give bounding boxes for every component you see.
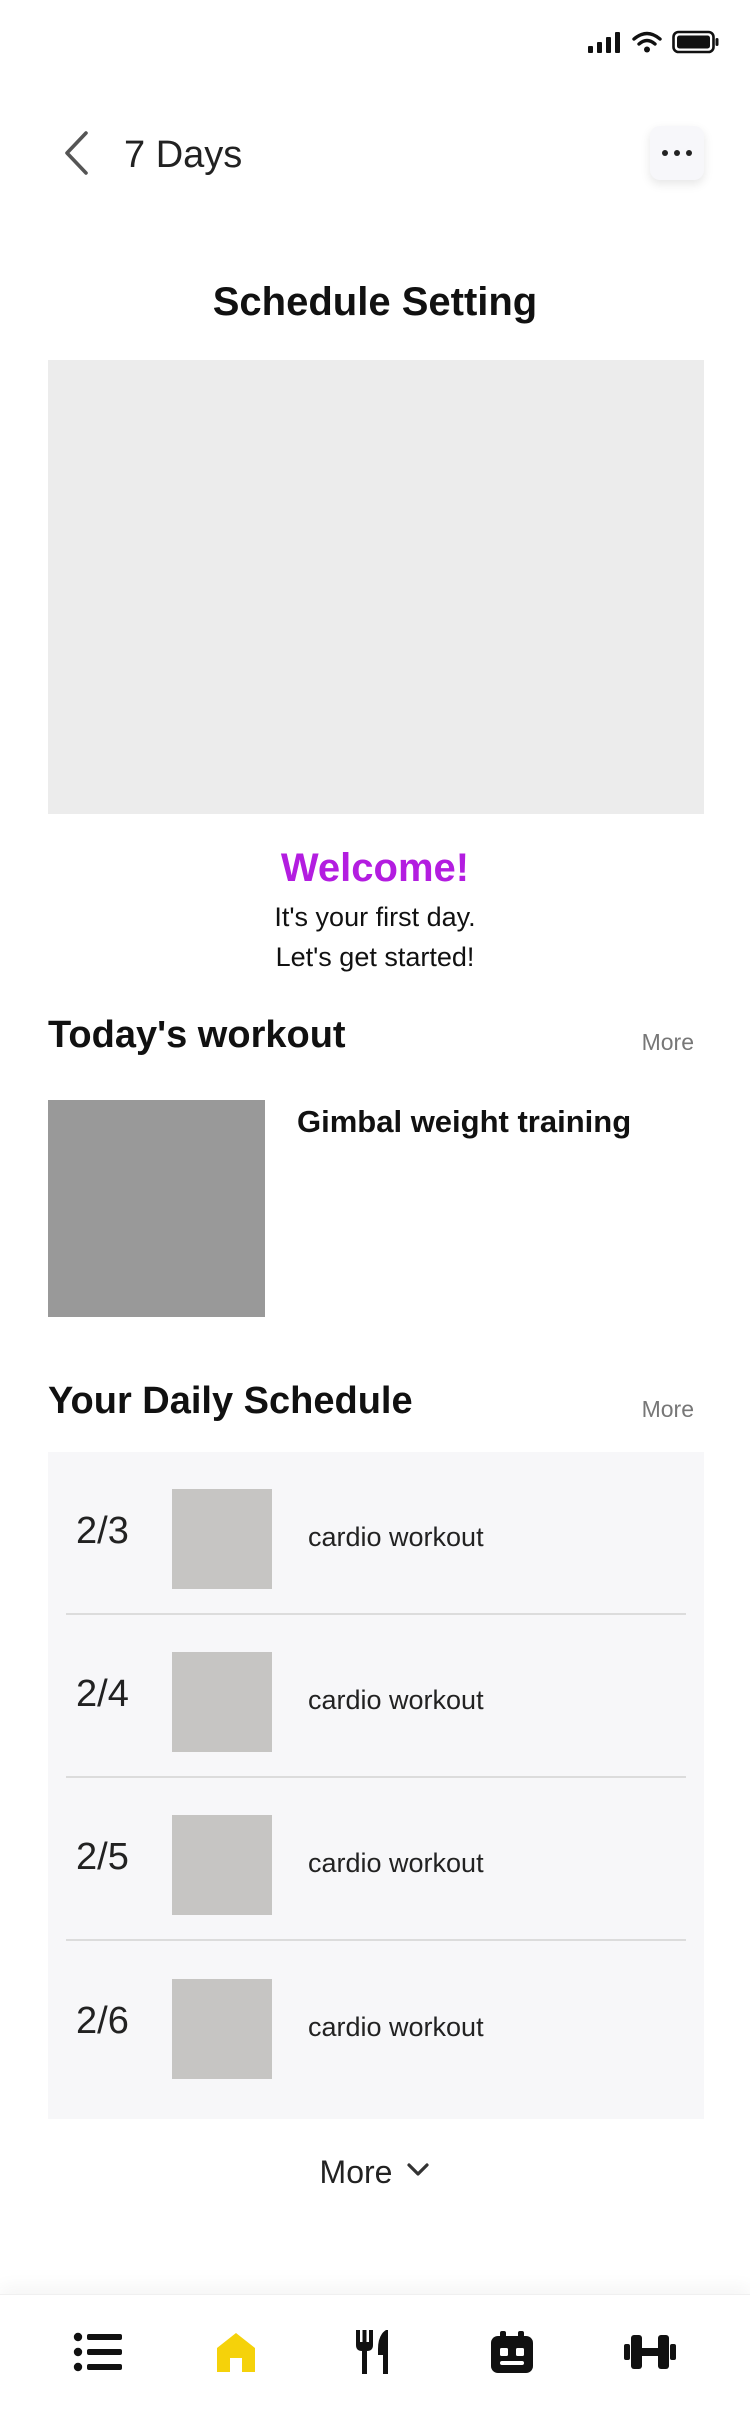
schedule-date: 2/5 bbox=[76, 1836, 129, 1878]
schedule-label: cardio workout bbox=[308, 1848, 484, 1878]
page-title: Schedule Setting bbox=[212, 280, 538, 324]
status-bar bbox=[0, 0, 750, 90]
chevron-down-icon bbox=[406, 2162, 430, 2183]
signal-icon bbox=[588, 31, 622, 58]
schedule-label: cardio workout bbox=[308, 1522, 484, 1552]
schedule-thumbnail bbox=[172, 1652, 272, 1752]
nav-bar: 7 Days bbox=[0, 110, 750, 200]
welcome-title: Welcome! bbox=[280, 846, 470, 890]
schedule-label: cardio workout bbox=[308, 2012, 484, 2042]
daily-schedule-more-link[interactable]: More bbox=[642, 1396, 694, 1423]
divider bbox=[66, 1939, 686, 1941]
schedule-item[interactable]: 2/5 cardio workout bbox=[66, 1778, 686, 1941]
tab-calendar[interactable] bbox=[477, 2319, 547, 2389]
schedule-thumbnail bbox=[172, 1815, 272, 1915]
schedule-date: 2/6 bbox=[76, 2000, 129, 2042]
bottom-tab-bar bbox=[0, 2294, 750, 2412]
nav-title: 7 Days bbox=[124, 134, 243, 176]
schedule-thumbnail bbox=[172, 1979, 272, 2079]
tab-meals[interactable] bbox=[339, 2319, 409, 2389]
schedule-date: 2/3 bbox=[76, 1510, 129, 1552]
wifi-icon bbox=[632, 31, 662, 58]
calendar-icon bbox=[490, 2330, 534, 2379]
schedule-item[interactable]: 2/4 cardio workout bbox=[66, 1615, 686, 1778]
battery-icon bbox=[672, 30, 720, 59]
schedule-thumbnail bbox=[172, 1489, 272, 1589]
todays-workout-more-link[interactable]: More bbox=[642, 1029, 694, 1056]
more-horizontal-icon bbox=[662, 150, 668, 156]
welcome-message-line-2: Let's get started! bbox=[275, 942, 475, 972]
more-horizontal-icon-dot bbox=[674, 150, 680, 156]
workout-name[interactable]: Gimbal weight training bbox=[297, 1104, 631, 1140]
fork-knife-icon bbox=[354, 2329, 394, 2380]
hero-image bbox=[48, 360, 704, 814]
dumbbell-icon bbox=[624, 2332, 676, 2377]
tab-home[interactable] bbox=[201, 2319, 271, 2389]
home-icon bbox=[214, 2331, 258, 2378]
more-horizontal-icon-dot bbox=[686, 150, 692, 156]
chevron-left-icon bbox=[62, 130, 90, 181]
status-icons bbox=[588, 30, 720, 59]
schedule-date: 2/4 bbox=[76, 1673, 129, 1715]
schedule-item[interactable]: 2/6 cardio workout bbox=[66, 1942, 686, 2105]
tab-workout[interactable] bbox=[615, 2319, 685, 2389]
show-more-button[interactable]: More bbox=[0, 2154, 750, 2191]
tab-list[interactable] bbox=[63, 2319, 133, 2389]
workout-thumbnail[interactable] bbox=[48, 1100, 265, 1317]
more-menu-button[interactable] bbox=[650, 126, 704, 180]
show-more-label: More bbox=[319, 2154, 393, 2190]
daily-schedule-title: Your Daily Schedule bbox=[48, 1380, 413, 1422]
welcome-message-line-1: It's your first day. bbox=[274, 902, 476, 932]
schedule-label: cardio workout bbox=[308, 1685, 484, 1715]
schedule-list: 2/3 cardio workout 2/4 cardio workout 2/… bbox=[48, 1452, 704, 2119]
back-button[interactable] bbox=[56, 128, 96, 182]
schedule-item[interactable]: 2/3 cardio workout bbox=[66, 1452, 686, 1615]
list-icon bbox=[73, 2331, 123, 2378]
todays-workout-title: Today's workout bbox=[48, 1014, 346, 1056]
